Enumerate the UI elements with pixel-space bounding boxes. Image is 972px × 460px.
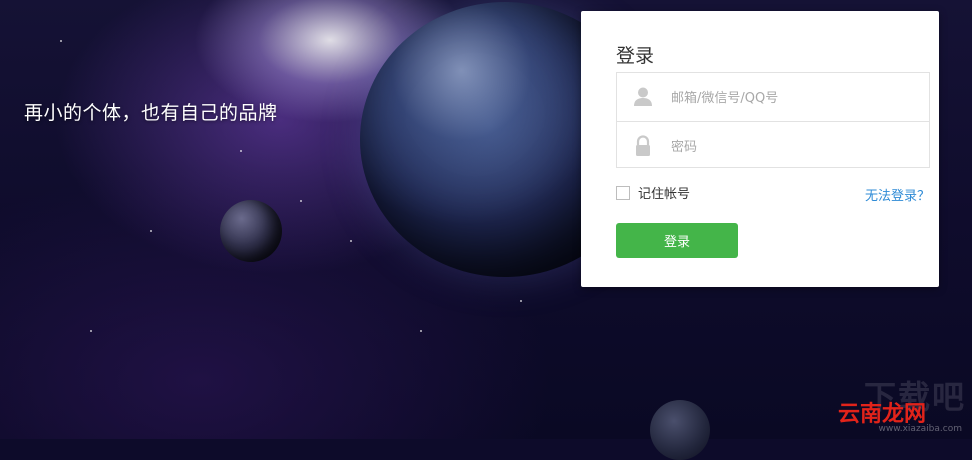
remember-account[interactable]: 记住帐号 bbox=[616, 183, 690, 202]
star bbox=[60, 40, 62, 42]
username-input[interactable] bbox=[669, 83, 923, 113]
username-field bbox=[617, 73, 929, 121]
login-title: 登录 bbox=[616, 45, 655, 67]
star bbox=[520, 300, 522, 302]
cannot-login-link[interactable]: 无法登录？ bbox=[865, 185, 930, 204]
lock-icon bbox=[633, 135, 653, 157]
password-field bbox=[617, 121, 929, 170]
watermark-url: www.xiazaiba.com bbox=[878, 424, 962, 434]
star bbox=[350, 240, 352, 242]
star bbox=[150, 230, 152, 232]
slogan-text: 再小的个体，也有自己的品牌 bbox=[24, 102, 278, 124]
star bbox=[420, 330, 422, 332]
remember-label: 记住帐号 bbox=[638, 187, 691, 202]
small-planet-image bbox=[220, 200, 282, 262]
bottom-planet-image bbox=[650, 400, 710, 460]
user-icon bbox=[633, 86, 653, 108]
remember-checkbox[interactable] bbox=[616, 185, 630, 200]
login-fields bbox=[616, 72, 930, 168]
password-input[interactable] bbox=[669, 132, 923, 162]
login-button[interactable]: 登录 bbox=[616, 223, 738, 258]
star bbox=[300, 200, 302, 202]
star bbox=[240, 150, 242, 152]
login-panel: 登录 记住帐号 无法登录？ 登录 bbox=[581, 11, 939, 287]
star bbox=[90, 330, 92, 332]
